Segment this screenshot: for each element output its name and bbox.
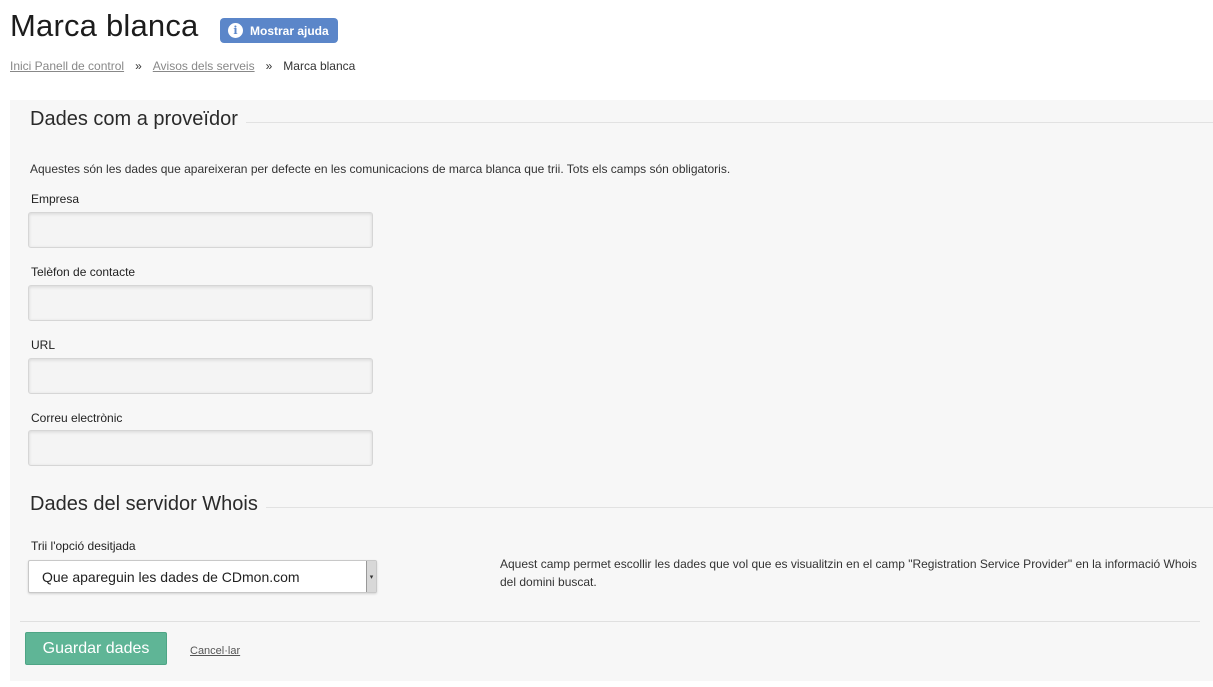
whois-help-text: Aquest camp permet escollir les dades qu… (500, 557, 1197, 589)
company-label: Empresa (31, 192, 80, 206)
form-panel: Dades com a proveïdor Aquestes són les d… (10, 100, 1213, 681)
url-input[interactable] (28, 358, 373, 394)
save-button[interactable]: Guardar dades (25, 632, 167, 665)
company-input[interactable] (28, 212, 373, 248)
breadcrumb-separator: » (265, 59, 273, 73)
whois-section-title: Dades del servidor Whois (30, 493, 266, 516)
whois-option-selected-value: Que apareguin les dades de CDmon.com (42, 568, 300, 585)
chevron-down-icon[interactable]: ▾ (366, 561, 376, 592)
email-label: Correu electrònic (31, 411, 123, 425)
breadcrumb-separator: » (135, 59, 142, 73)
email-input[interactable] (28, 430, 373, 466)
provider-intro-text: Aquestes són les dades que apareixeran p… (30, 162, 731, 176)
cancel-link[interactable]: Cancel·lar (190, 645, 240, 657)
page-title: Marca blanca (10, 8, 199, 43)
breadcrumb-link-service-notices[interactable]: Avisos dels serveis (153, 59, 255, 73)
url-label: URL (31, 338, 56, 352)
breadcrumb: Inici Panell de control » Avisos dels se… (10, 59, 355, 73)
whois-option-label: Trii l'opció desitjada (31, 539, 136, 553)
breadcrumb-link-control-panel[interactable]: Inici Panell de control (10, 59, 124, 73)
info-icon: i (228, 23, 243, 38)
show-help-label: Mostrar ajuda (250, 23, 329, 38)
provider-section-title: Dades com a proveïdor (30, 108, 246, 131)
actions-divider (20, 621, 1200, 622)
phone-label: Telèfon de contacte (31, 265, 136, 279)
phone-input[interactable] (28, 285, 373, 321)
whois-option-select[interactable]: Que apareguin les dades de CDmon.com ▾ (28, 560, 377, 593)
show-help-button[interactable]: i Mostrar ajuda (220, 18, 338, 43)
breadcrumb-current: Marca blanca (283, 59, 356, 73)
